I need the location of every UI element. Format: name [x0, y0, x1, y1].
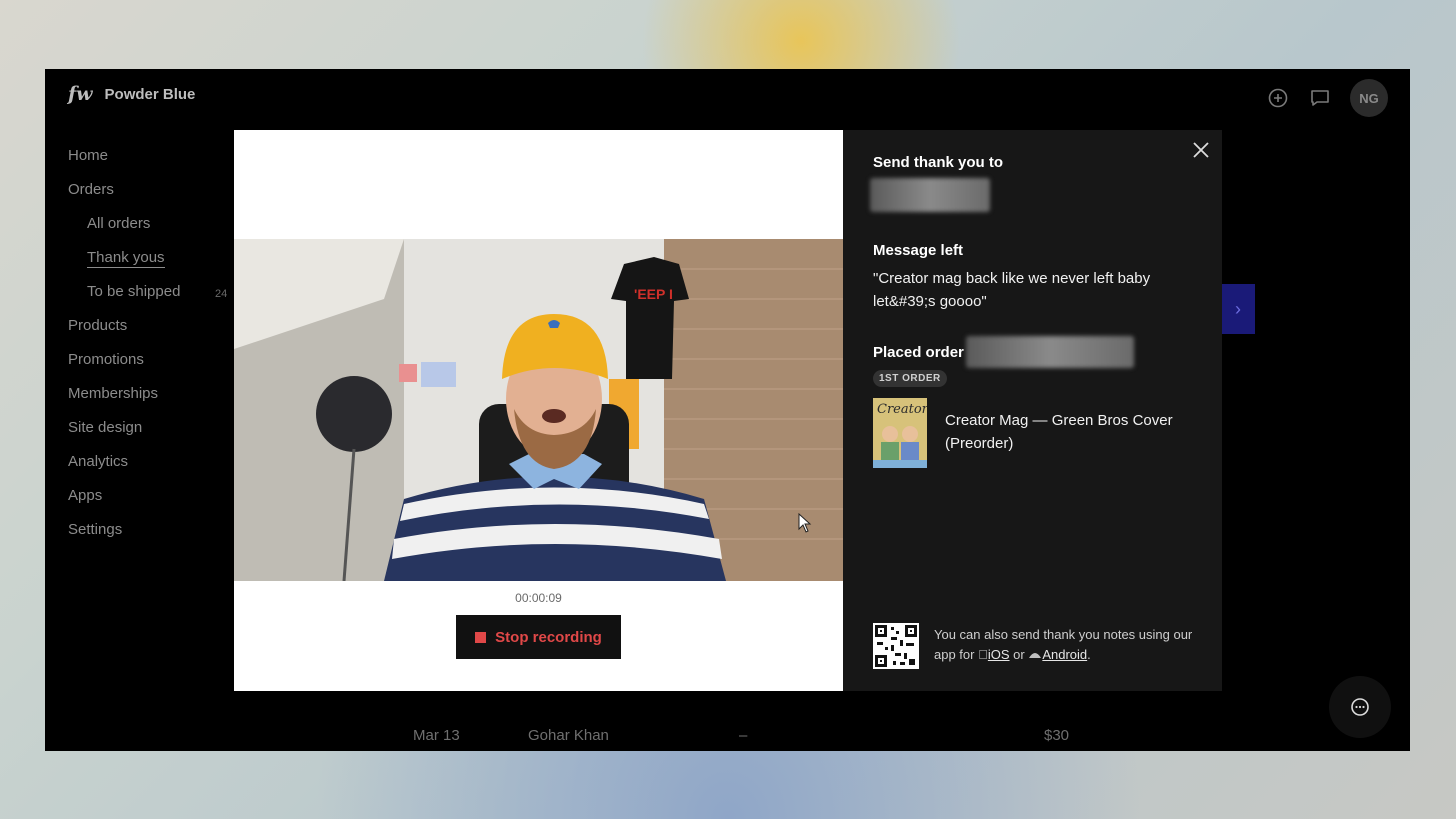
mobile-app-note: You can also send thank you notes using … [934, 625, 1204, 665]
sidebar-item-to-be-shipped[interactable]: To be shipped 24 [68, 281, 248, 315]
webcam-preview: 'EEP I [234, 239, 843, 581]
sidebar-item-label: All orders [87, 215, 151, 232]
sidebar-item-label: Analytics [68, 453, 129, 470]
message-heading: Message left [873, 242, 964, 259]
android-link[interactable]: Android [1042, 647, 1087, 662]
sidebar-item-analytics[interactable]: Analytics [68, 451, 248, 485]
sidebar-item-label: Home [68, 147, 109, 164]
count-badge: 24 [215, 288, 228, 300]
svg-text:'EEP I: 'EEP I [634, 286, 673, 302]
thank-you-modal: 'EEP I 00:00:09 Stop recording Send than… [234, 130, 1222, 691]
sidebar-item-label: Promotions [68, 351, 144, 368]
sidebar-item-orders[interactable]: Orders [68, 179, 248, 213]
sidebar-item-label: Settings [68, 521, 123, 538]
period-text: . [1087, 647, 1091, 662]
message-text: "Creator mag back like we never left bab… [873, 270, 1151, 310]
sidebar-item-label: Memberships [68, 385, 159, 402]
stop-icon [475, 631, 487, 643]
redacted-recipient [870, 178, 990, 212]
table-cell-date: Mar 13 [413, 727, 460, 744]
table-cell-amount: $30 [1044, 727, 1070, 744]
sidebar: Home Orders All orders Thank yous To be … [68, 145, 248, 553]
sidebar-item-all-orders[interactable]: All orders [68, 213, 248, 247]
sidebar-item-home[interactable]: Home [68, 145, 248, 179]
table-cell-dash: – [739, 727, 748, 744]
recording-timer: 00:00:09 [515, 591, 562, 605]
close-icon[interactable] [1190, 139, 1212, 161]
sidebar-item-thank-yous[interactable]: Thank yous [68, 247, 248, 281]
product-thumb-text: Creator [877, 402, 927, 417]
chevron-right-icon: › [1235, 298, 1241, 319]
background-next-button[interactable]: › [1221, 284, 1255, 334]
redacted-order-number [966, 336, 1134, 368]
sidebar-item-label: Orders [68, 181, 114, 198]
sidebar-item-label: Apps [68, 487, 103, 504]
top-actions: NG [1266, 79, 1388, 117]
apple-icon:  [978, 647, 988, 662]
stop-recording-label: Stop recording [495, 628, 602, 646]
order-badge: 1ST ORDER [873, 370, 947, 387]
product-thumbnail[interactable]: Creator [873, 398, 927, 468]
brand[interactable]: fw Powder Blue [68, 83, 195, 105]
sidebar-item-promotions[interactable]: Promotions [68, 349, 248, 383]
or-text: or [1003, 647, 1025, 662]
app-window: fw Powder Blue NG Home Orders All orders… [45, 69, 1410, 751]
support-chat-button[interactable] [1329, 676, 1391, 738]
product-cover-image: Creator [873, 398, 927, 468]
sidebar-item-products[interactable]: Products [68, 315, 248, 349]
sidebar-item-apps[interactable]: Apps [68, 485, 248, 519]
video-recorder: 'EEP I 00:00:09 Stop recording [234, 130, 843, 691]
store-name: Powder Blue [104, 85, 196, 103]
placed-order-heading: Placed order [873, 344, 964, 361]
sidebar-item-label: Thank yous [87, 249, 165, 268]
mouse-cursor-icon [798, 513, 812, 533]
table-cell-customer: Gohar Khan [528, 727, 609, 744]
ios-link[interactable]: iOS [988, 647, 1010, 662]
sidebar-item-label: To be shipped [87, 283, 181, 300]
avatar[interactable]: NG [1350, 79, 1388, 117]
sidebar-item-settings[interactable]: Settings [68, 519, 248, 553]
android-icon [1029, 653, 1042, 658]
brand-logo: fw [68, 83, 93, 105]
sidebar-item-label: Site design [68, 419, 143, 436]
add-circle-icon[interactable] [1266, 86, 1290, 110]
chat-bubble-icon [1351, 698, 1369, 716]
stop-recording-button[interactable]: Stop recording [456, 615, 621, 659]
sidebar-item-label: Products [68, 317, 128, 334]
qr-code [873, 623, 919, 669]
send-to-heading: Send thank you to [873, 154, 1004, 171]
chat-icon[interactable] [1308, 86, 1332, 110]
sidebar-item-memberships[interactable]: Memberships [68, 383, 248, 417]
sidebar-item-site-design[interactable]: Site design [68, 417, 248, 451]
product-name[interactable]: Creator Mag — Green Bros Cover (Preorder… [945, 409, 1175, 455]
thank-you-details-panel: Send thank you to Message left "Creator … [843, 130, 1222, 691]
